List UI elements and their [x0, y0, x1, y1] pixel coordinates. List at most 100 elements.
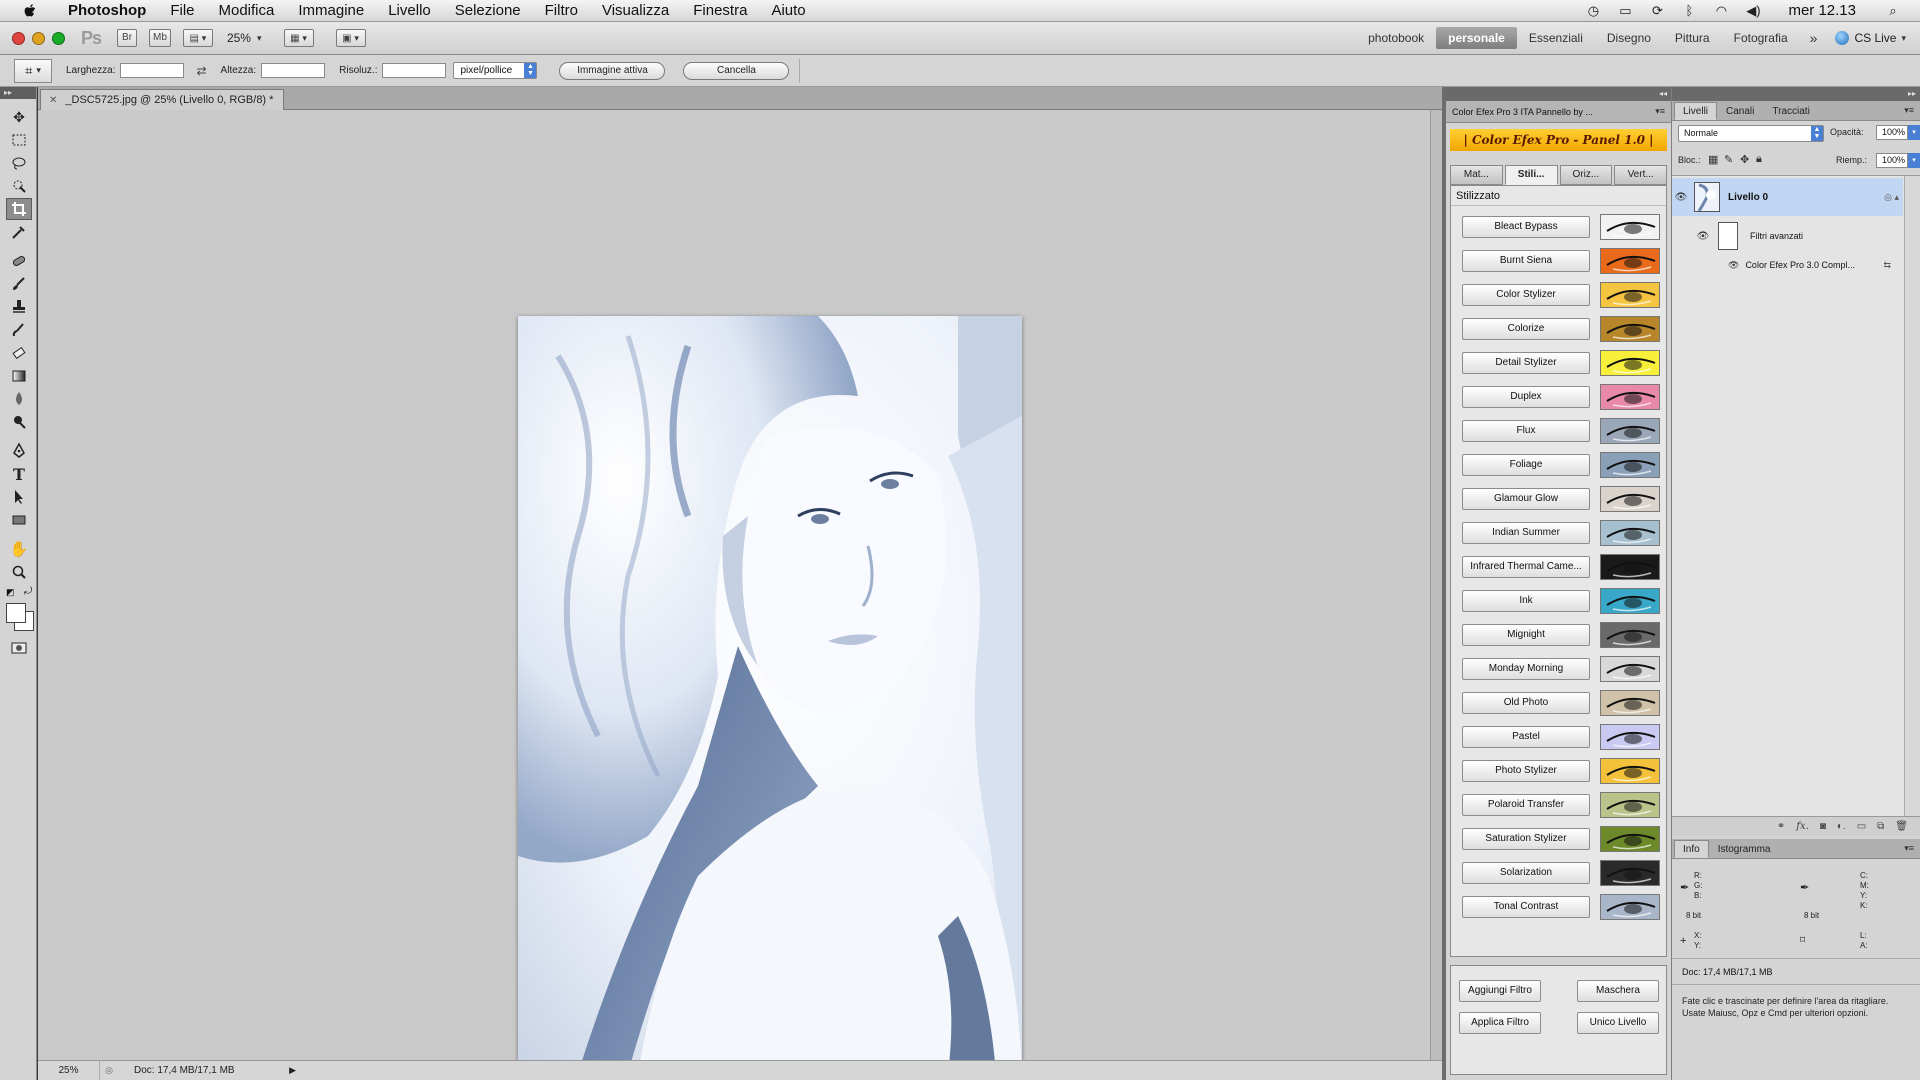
workspace-personale[interactable]: personale — [1436, 27, 1517, 49]
workspace-essenziali[interactable]: Essenziali — [1517, 27, 1595, 49]
lock-transparency-icon[interactable]: ▦ — [1708, 153, 1718, 166]
filter-button[interactable]: Infrared Thermal Came... — [1462, 556, 1590, 578]
view-extras-button[interactable]: ▤ ▾ — [182, 29, 213, 47]
resolution-unit-select[interactable]: pixel/pollice ▲ ▼ — [453, 62, 538, 79]
launch-minibridge-button[interactable]: Mb — [149, 29, 171, 47]
opacity-field[interactable]: 100% — [1876, 125, 1908, 140]
eyedropper-tool-icon[interactable] — [6, 221, 32, 243]
panel-menu-icon[interactable]: ▾≡ — [1904, 843, 1914, 854]
foreground-color-swatch[interactable] — [6, 603, 26, 623]
smart-filters-row[interactable]: 👁︎ Filtri avanzati — [1672, 218, 1903, 254]
cs-live-menu[interactable]: CS Live ▾ — [1827, 31, 1920, 45]
lock-all-icon[interactable]: 🔒︎ — [1756, 153, 1762, 166]
filter-preview-thumbnail[interactable] — [1600, 622, 1660, 648]
smart-filter-mask-thumbnail[interactable] — [1718, 222, 1738, 250]
sync-icon[interactable]: ⟳ — [1648, 3, 1666, 19]
tab-histogram[interactable]: Istogramma — [1709, 840, 1780, 858]
filter-preview-thumbnail[interactable] — [1600, 350, 1660, 376]
crop-tool-icon[interactable] — [6, 198, 32, 220]
menu-immagine[interactable]: Immagine — [286, 0, 376, 22]
filter-preview-thumbnail[interactable] — [1600, 690, 1660, 716]
quick-mask-icon[interactable] — [6, 637, 32, 659]
menu-visualizza[interactable]: Visualizza — [590, 0, 681, 22]
single-layer-button[interactable]: Unico Livello — [1577, 1012, 1659, 1034]
zoom-level-dropdown[interactable]: 25% ▾ — [227, 31, 262, 45]
blend-mode-select[interactable]: Normale ▲ ▼ — [1678, 125, 1824, 142]
menu-app-name[interactable]: Photoshop — [52, 0, 158, 22]
status-menu-arrow-icon[interactable]: ▶ — [289, 1065, 296, 1076]
filter-preview-thumbnail[interactable] — [1600, 758, 1660, 784]
apply-filter-button[interactable]: Applica Filtro — [1459, 1012, 1541, 1034]
blur-tool-icon[interactable] — [6, 388, 32, 410]
filter-preview-thumbnail[interactable] — [1600, 656, 1660, 682]
zoom-tool-icon[interactable] — [6, 561, 32, 583]
layer-visibility-eye-icon[interactable]: 👁︎ — [1672, 192, 1690, 203]
panel-menu-icon[interactable]: ▾≡ — [1655, 106, 1665, 117]
workspace-disegno[interactable]: Disegno — [1595, 27, 1663, 49]
filter-preview-thumbnail[interactable] — [1600, 248, 1660, 274]
layer-style-fx-icon[interactable]: fx. — [1796, 821, 1809, 832]
display-icon[interactable]: ▭ — [1616, 3, 1634, 19]
filter-preview-thumbnail[interactable] — [1600, 894, 1660, 920]
eraser-tool-icon[interactable] — [6, 342, 32, 364]
filter-button[interactable]: Color Stylizer — [1462, 284, 1590, 306]
height-field[interactable] — [261, 63, 326, 78]
tab-channels[interactable]: Canali — [1717, 102, 1763, 120]
panel-menu-icon[interactable]: ▾≡ — [1904, 105, 1914, 116]
filter-button[interactable]: Detail Stylizer — [1462, 352, 1590, 374]
tab-orizzontale[interactable]: Oriz... — [1559, 165, 1613, 185]
opacity-slider-arrow-icon[interactable]: ▾ — [1908, 125, 1920, 140]
layer-row-livello-0[interactable]: 👁︎ Livello 0 ◎ ▴ — [1672, 178, 1903, 216]
volume-icon[interactable]: ◀) — [1744, 3, 1762, 19]
tool-preset-picker[interactable]: ⌗ ▾ — [14, 58, 52, 83]
dodge-tool-icon[interactable] — [6, 411, 32, 433]
tab-stilizzato[interactable]: Stili... — [1504, 165, 1558, 185]
menu-modifica[interactable]: Modifica — [207, 0, 287, 22]
menu-selezione[interactable]: Selezione — [443, 0, 533, 22]
filter-button[interactable]: Photo Stylizer — [1462, 760, 1590, 782]
status-preview-icon[interactable]: ◎ — [100, 1065, 118, 1076]
tab-materiali[interactable]: Mat... — [1450, 165, 1503, 185]
filter-preview-thumbnail[interactable] — [1600, 486, 1660, 512]
filter-button[interactable]: Duplex — [1462, 386, 1590, 408]
more-workspaces-icon[interactable]: » — [1800, 30, 1828, 46]
workspace-fotografia[interactable]: Fotografia — [1722, 27, 1800, 49]
menu-file[interactable]: File — [158, 0, 206, 22]
tab-layers[interactable]: Livelli — [1674, 102, 1718, 120]
screen-mode-button[interactable]: ▣ ▾ — [335, 29, 366, 47]
swap-colors-icon[interactable]: ⤾ — [24, 586, 32, 597]
clone-stamp-tool-icon[interactable] — [6, 296, 32, 318]
workspace-pittura[interactable]: Pittura — [1663, 27, 1722, 49]
pen-tool-icon[interactable] — [6, 440, 32, 462]
marquee-tool-icon[interactable] — [6, 129, 32, 151]
filter-preview-thumbnail[interactable] — [1600, 214, 1660, 240]
document-tab[interactable]: ✕ _DSC5725.jpg @ 25% (Livello 0, RGB/8) … — [40, 89, 285, 110]
filter-button[interactable]: Flux — [1462, 420, 1590, 442]
filter-preview-thumbnail[interactable] — [1600, 826, 1660, 852]
canvas-vertical-scrollbar[interactable] — [1430, 110, 1442, 1060]
path-selection-tool-icon[interactable] — [6, 486, 32, 508]
brush-tool-icon[interactable] — [6, 273, 32, 295]
filter-preview-thumbnail[interactable] — [1600, 554, 1660, 580]
smart-filter-item-row[interactable]: 👁︎ Color Efex Pro 3.0 Compl... ⇆ — [1672, 256, 1903, 274]
layers-scrollbar[interactable] — [1904, 176, 1920, 816]
launch-bridge-button[interactable]: Br — [117, 29, 138, 47]
hand-tool-icon[interactable]: ✋ — [6, 538, 32, 560]
wifi-icon[interactable]: ◠ — [1712, 3, 1730, 19]
close-window-button[interactable] — [12, 31, 25, 45]
front-image-button[interactable]: Immagine attiva — [559, 61, 666, 80]
panel-collapse-icon[interactable]: ◂◂ — [1446, 87, 1671, 101]
filter-button[interactable]: Ink — [1462, 590, 1590, 612]
gradient-tool-icon[interactable] — [6, 365, 32, 387]
filter-button[interactable]: Tonal Contrast — [1462, 896, 1590, 918]
filter-preview-thumbnail[interactable] — [1600, 792, 1660, 818]
swap-dimensions-icon[interactable]: ⇄ — [196, 64, 206, 78]
menu-finestra[interactable]: Finestra — [681, 0, 759, 22]
adjustment-layer-icon[interactable]: ◐. — [1837, 821, 1846, 832]
minimize-window-button[interactable] — [32, 31, 45, 45]
link-layers-icon[interactable]: ⚭ — [1777, 821, 1785, 832]
filter-preview-thumbnail[interactable] — [1600, 588, 1660, 614]
history-brush-tool-icon[interactable] — [6, 319, 32, 341]
filter-preview-thumbnail[interactable] — [1600, 724, 1660, 750]
filter-button[interactable]: Colorize — [1462, 318, 1590, 340]
